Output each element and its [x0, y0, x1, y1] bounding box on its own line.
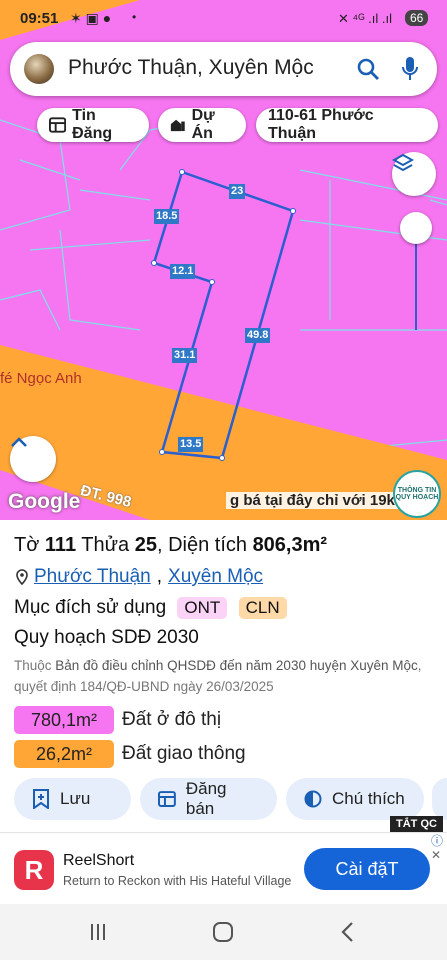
contrast-icon [304, 790, 322, 808]
dimension-label: 23 [229, 184, 246, 199]
area-value: 806,3m² [252, 534, 328, 556]
dimension-label: 13.5 [178, 437, 204, 452]
layers-icon [392, 153, 414, 172]
separator: , [156, 566, 163, 587]
search-input[interactable]: Phước Thuận, Xuyên Mộc [68, 56, 314, 80]
plot-label: Thửa [81, 534, 130, 556]
cln-tag: CLN [238, 597, 287, 619]
building-icon [170, 119, 185, 132]
source-main: Bản đồ điều chỉnh QHSDĐ đến năm 2030 huy… [55, 658, 418, 673]
plan-source: Thuộc Bản đồ điều chỉnh QHSDĐ đến năm 20… [14, 655, 434, 697]
signal-icons: ✕ ⁴ᴳ .ıl .ıl [338, 11, 392, 26]
app-icon: R [14, 850, 54, 890]
opacity-slider-handle[interactable] [400, 212, 432, 244]
chip-label: Dự Án [191, 107, 215, 142]
google-logo: Google [8, 490, 81, 513]
action-label: Lưu [60, 789, 91, 808]
land-area-swatch: 780,1m² [14, 706, 114, 734]
legend-button[interactable]: Chú thích [286, 778, 424, 820]
land-area-swatch: 26,2m² [14, 740, 114, 768]
du-an-chip[interactable]: Dự Án [158, 107, 246, 142]
divider [0, 832, 447, 833]
sheet-number: 111 [44, 534, 77, 556]
navigation-bar [0, 904, 447, 960]
ad-close-icon[interactable]: ✕ [431, 848, 441, 862]
ad-banner[interactable]: TẮT QC R ReelShort Return to Reckon with… [0, 816, 447, 904]
microphone-icon[interactable] [400, 55, 420, 83]
plot-number: 25 [134, 534, 157, 556]
dimension-label: 12.1 [170, 264, 196, 279]
listing-icon [158, 791, 176, 807]
layers-button[interactable] [392, 152, 436, 196]
search-icon[interactable] [356, 57, 380, 81]
ad-subtitle: Return to Reckon with His Hateful Villag… [63, 874, 292, 888]
avatar[interactable] [24, 54, 54, 84]
action-label: Chú thích [332, 789, 405, 808]
ad-info-icon[interactable]: ⓘ [431, 832, 443, 849]
location-pin-icon [16, 569, 28, 585]
plan-title: Quy hoạch SDĐ 2030 [14, 627, 199, 648]
land-use-row: 26,2m² Đất giao thông [14, 740, 246, 768]
close-ad-button[interactable]: TẮT QC [390, 816, 443, 832]
parcel-chip[interactable]: 110-61 Phước Thuận [256, 107, 438, 142]
save-button[interactable]: Lưu [14, 778, 131, 820]
status-time: 09:51 [20, 10, 59, 27]
post-for-sale-button[interactable]: Đăng bán [140, 778, 277, 820]
commune-link[interactable]: Phước Thuận [34, 566, 151, 588]
install-button[interactable]: Cài đặT [304, 848, 430, 890]
promo-banner[interactable]: g bá tại đây chỉ với 19k [226, 492, 399, 509]
parcel-title: Tờ 111 Thửa 25, Diện tích 806,3m² [14, 534, 327, 557]
back-icon[interactable] [340, 921, 356, 943]
district-link[interactable]: Xuyên Mộc [168, 566, 263, 588]
land-use-label: Đất ở đô thị [122, 709, 222, 730]
chip-label: Tin Đăng [72, 107, 113, 142]
dot-icon: • [132, 10, 137, 24]
listing-icon [49, 117, 67, 133]
more-actions-button[interactable] [432, 778, 447, 820]
area-label: , Diện tích [156, 534, 247, 556]
status-bar: 09:51 ✶ ▣ ● • ✕ ⁴ᴳ .ıl .ıl 66 [0, 0, 447, 38]
badge-line: THÔNG TIN [397, 487, 437, 494]
dimension-label: 18.5 [154, 209, 180, 224]
purpose-row: Mục đích sử dụng ONT CLN [14, 597, 287, 619]
dimension-label: 31.1 [172, 348, 198, 363]
sheet-label: Tờ [14, 534, 40, 556]
ad-app-name: ReelShort [63, 852, 135, 869]
place-label: fé Ngọc Anh [0, 370, 82, 387]
search-bar[interactable]: Phước Thuận, Xuyên Mộc [10, 42, 437, 96]
action-label: Đăng bán [185, 779, 227, 818]
recents-icon[interactable] [88, 922, 108, 942]
dimension-label: 49.8 [245, 328, 271, 343]
battery-indicator: 66 [405, 10, 429, 26]
parcel-info-panel: Tờ 111 Thửa 25, Diện tích 806,3m² Phước … [0, 520, 447, 832]
badge-line: QUY HOẠCH [395, 494, 439, 501]
land-use-row: 780,1m² Đất ở đô thị [14, 706, 221, 734]
home-icon[interactable] [212, 921, 234, 943]
planning-info-badge[interactable]: THÔNG TIN QUY HOẠCH [393, 470, 441, 518]
bookmark-add-icon [33, 789, 49, 809]
land-use-label: Đất giao thông [122, 743, 246, 764]
ont-tag: ONT [177, 597, 228, 619]
tin-dang-chip[interactable]: Tin Đăng [37, 107, 149, 142]
location-row: Phước Thuận, Xuyên Mộc [16, 566, 263, 588]
chip-label: 110-61 Phước Thuận [268, 107, 374, 142]
chevron-up-icon [11, 437, 27, 447]
purpose-label: Mục đích sử dụng [14, 597, 167, 618]
notification-icons: ✶ ▣ ● [70, 10, 112, 26]
source-prefix: Thuộc [14, 658, 52, 673]
expand-panel-button[interactable] [10, 436, 56, 482]
